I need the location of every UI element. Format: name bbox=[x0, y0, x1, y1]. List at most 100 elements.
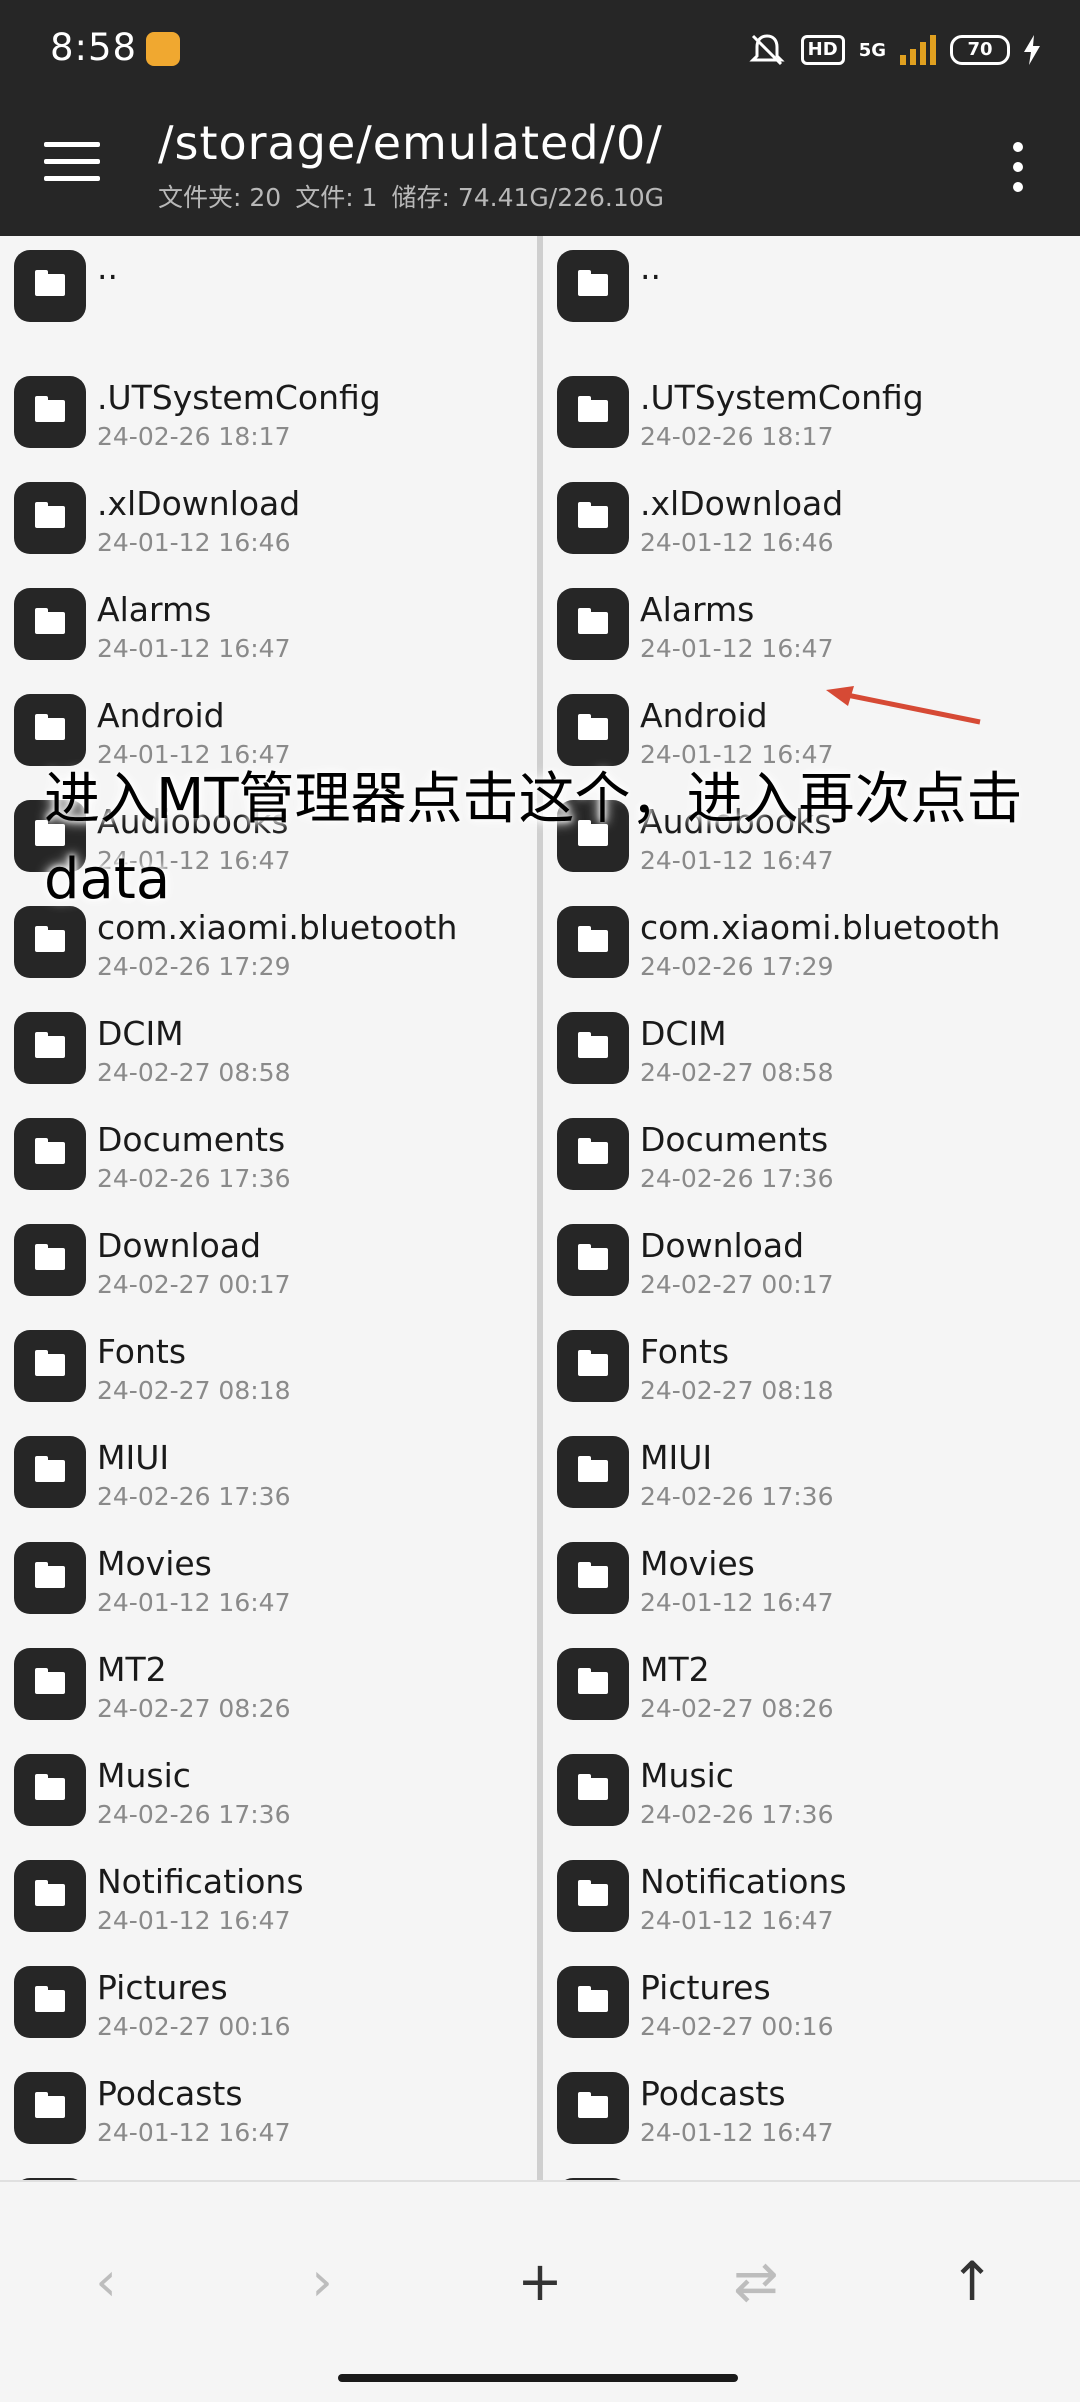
file-name: Alarms bbox=[97, 590, 212, 629]
file-row[interactable]: MIUI 24-02-26 17:36 bbox=[0, 1422, 537, 1528]
file-date: 24-02-26 17:36 bbox=[640, 1164, 834, 1193]
file-name: Download bbox=[97, 1226, 262, 1265]
file-row[interactable]: Documents 24-02-26 17:36 bbox=[0, 1104, 537, 1210]
file-row[interactable]: Podcasts 24-01-12 16:47 bbox=[0, 2058, 537, 2164]
folder-icon bbox=[14, 1966, 86, 2038]
file-date: 24-02-27 00:16 bbox=[640, 2012, 834, 2041]
file-row[interactable]: .UTSystemConfig 24-02-26 18:17 bbox=[0, 362, 537, 468]
file-name: Movies bbox=[640, 1544, 755, 1583]
bottom-toolbar: ‹ › + ⇄ ↑ bbox=[0, 2180, 1080, 2402]
file-date: 24-01-12 16:47 bbox=[640, 2118, 834, 2147]
file-date: 24-02-27 08:58 bbox=[640, 1058, 834, 1087]
file-row[interactable]: Music 24-02-26 17:36 bbox=[543, 1740, 1080, 1846]
file-date: 24-02-26 18:17 bbox=[97, 422, 291, 451]
app-bar: /storage/emulated/0/ 文件夹: 20 文件: 1 储存: 7… bbox=[0, 98, 1080, 236]
file-date: 24-02-27 08:26 bbox=[640, 1694, 834, 1723]
file-date: 24-01-12 16:47 bbox=[97, 1588, 291, 1617]
file-date: 24-02-27 08:18 bbox=[97, 1376, 291, 1405]
folder-icon bbox=[14, 588, 86, 660]
file-row[interactable]: Alarms 24-01-12 16:47 bbox=[0, 574, 537, 680]
left-pane[interactable]: .. .UTSystemConfig 24-02-26 18:17 .xlDownlo… bbox=[0, 236, 537, 2180]
file-row[interactable]: Notifications 24-01-12 16:47 bbox=[543, 1846, 1080, 1952]
battery-indicator: 70 bbox=[950, 35, 1010, 65]
more-options-icon[interactable] bbox=[1012, 142, 1024, 192]
file-date: 24-02-27 08:26 bbox=[97, 1694, 291, 1723]
file-row[interactable]: Alarms 24-01-12 16:47 bbox=[543, 574, 1080, 680]
file-row[interactable]: .xlDownload 24-01-12 16:46 bbox=[543, 468, 1080, 574]
file-row[interactable]: Movies 24-01-12 16:47 bbox=[543, 1528, 1080, 1634]
file-name: Alarms bbox=[640, 590, 755, 629]
folder-icon bbox=[557, 694, 629, 766]
right-pane[interactable]: .. .UTSystemConfig 24-02-26 18:17 .xlDownlo… bbox=[543, 236, 1080, 2180]
signal-icon bbox=[900, 35, 936, 65]
file-date: 24-02-26 17:36 bbox=[97, 1800, 291, 1829]
file-name: Android bbox=[97, 696, 225, 735]
parent-directory-button[interactable]: ↑ bbox=[922, 2232, 1022, 2332]
file-row[interactable]: Movies 24-01-12 16:47 bbox=[0, 1528, 537, 1634]
path-summary: 文件夹: 20 文件: 1 储存: 74.41G/226.10G bbox=[158, 178, 664, 214]
folder-icon bbox=[557, 1966, 629, 2038]
folder-icon bbox=[557, 1436, 629, 1508]
file-date: 24-01-12 16:46 bbox=[97, 528, 291, 557]
file-row[interactable]: .xlDownload 24-01-12 16:46 bbox=[0, 468, 537, 574]
file-row[interactable]: Download 24-02-27 00:17 bbox=[543, 1210, 1080, 1316]
file-row[interactable]: Fonts 24-02-27 08:18 bbox=[0, 1316, 537, 1422]
parent-folder-row[interactable]: .. bbox=[0, 236, 537, 342]
parent-folder-row[interactable]: .. bbox=[543, 236, 1080, 342]
file-date: 24-02-27 00:17 bbox=[97, 1270, 291, 1299]
add-button[interactable]: + bbox=[490, 2232, 590, 2332]
file-row[interactable]: Notifications 24-01-12 16:47 bbox=[0, 1846, 537, 1952]
folder-icon bbox=[557, 2072, 629, 2144]
file-name: .xlDownload bbox=[640, 484, 844, 523]
file-row[interactable]: DCIM 24-02-27 08:58 bbox=[543, 998, 1080, 1104]
home-indicator[interactable] bbox=[338, 2374, 738, 2382]
forward-button[interactable]: › bbox=[272, 2232, 372, 2332]
file-name: Podcasts bbox=[97, 2074, 243, 2113]
hd-badge: HD bbox=[800, 35, 845, 65]
folder-count: 文件夹: 20 bbox=[158, 183, 282, 212]
storage-usage: 储存: 74.41G/226.10G bbox=[391, 183, 665, 212]
status-time: 8:58 bbox=[50, 26, 138, 69]
file-date: 24-02-26 17:29 bbox=[97, 952, 291, 981]
menu-icon[interactable] bbox=[44, 142, 100, 192]
folder-icon bbox=[14, 2072, 86, 2144]
file-row[interactable]: DCIM 24-02-27 08:58 bbox=[0, 998, 537, 1104]
file-row[interactable]: ramdump bbox=[543, 2164, 1080, 2180]
folder-icon bbox=[14, 1542, 86, 1614]
file-row[interactable]: Pictures 24-02-27 00:16 bbox=[543, 1952, 1080, 2058]
file-date: 24-01-12 16:47 bbox=[97, 2118, 291, 2147]
file-row[interactable]: MT2 24-02-27 08:26 bbox=[543, 1634, 1080, 1740]
file-name: DCIM bbox=[640, 1014, 727, 1053]
file-date: 24-02-26 17:36 bbox=[640, 1800, 834, 1829]
file-row[interactable]: Fonts 24-02-27 08:18 bbox=[543, 1316, 1080, 1422]
file-name: .UTSystemConfig bbox=[640, 378, 924, 417]
file-date: 24-01-12 16:47 bbox=[640, 1906, 834, 1935]
file-row[interactable]: .UTSystemConfig 24-02-26 18:17 bbox=[543, 362, 1080, 468]
file-row[interactable]: Documents 24-02-26 17:36 bbox=[543, 1104, 1080, 1210]
file-name: .. bbox=[640, 248, 661, 287]
folder-icon bbox=[557, 250, 629, 322]
file-date: 24-01-12 16:47 bbox=[640, 1588, 834, 1617]
file-name: Fonts bbox=[640, 1332, 730, 1371]
network-label: 5G bbox=[858, 39, 886, 61]
file-date: 24-02-27 08:18 bbox=[640, 1376, 834, 1405]
file-date: 24-02-26 17:36 bbox=[97, 1164, 291, 1193]
file-row[interactable]: Music 24-02-26 17:36 bbox=[0, 1740, 537, 1846]
file-name: Download bbox=[640, 1226, 805, 1265]
file-date: 24-02-27 08:58 bbox=[97, 1058, 291, 1087]
file-name: MIUI bbox=[640, 1438, 713, 1477]
file-row[interactable]: Podcasts 24-01-12 16:47 bbox=[543, 2058, 1080, 2164]
folder-icon bbox=[557, 1224, 629, 1296]
file-row[interactable]: MT2 24-02-27 08:26 bbox=[0, 1634, 537, 1740]
file-name: MT2 bbox=[97, 1650, 167, 1689]
file-panes: .. .UTSystemConfig 24-02-26 18:17 .xlDownlo… bbox=[0, 236, 1080, 2180]
swap-panes-button[interactable]: ⇄ bbox=[706, 2232, 806, 2332]
file-row[interactable]: MIUI 24-02-26 17:36 bbox=[543, 1422, 1080, 1528]
folder-icon bbox=[557, 1330, 629, 1402]
file-row[interactable]: Pictures 24-02-27 00:16 bbox=[0, 1952, 537, 2058]
folder-icon bbox=[557, 1012, 629, 1084]
file-row[interactable]: Download 24-02-27 00:17 bbox=[0, 1210, 537, 1316]
back-button[interactable]: ‹ bbox=[56, 2232, 156, 2332]
file-name: Pictures bbox=[97, 1968, 228, 2007]
file-row[interactable]: ramdump bbox=[0, 2164, 537, 2180]
